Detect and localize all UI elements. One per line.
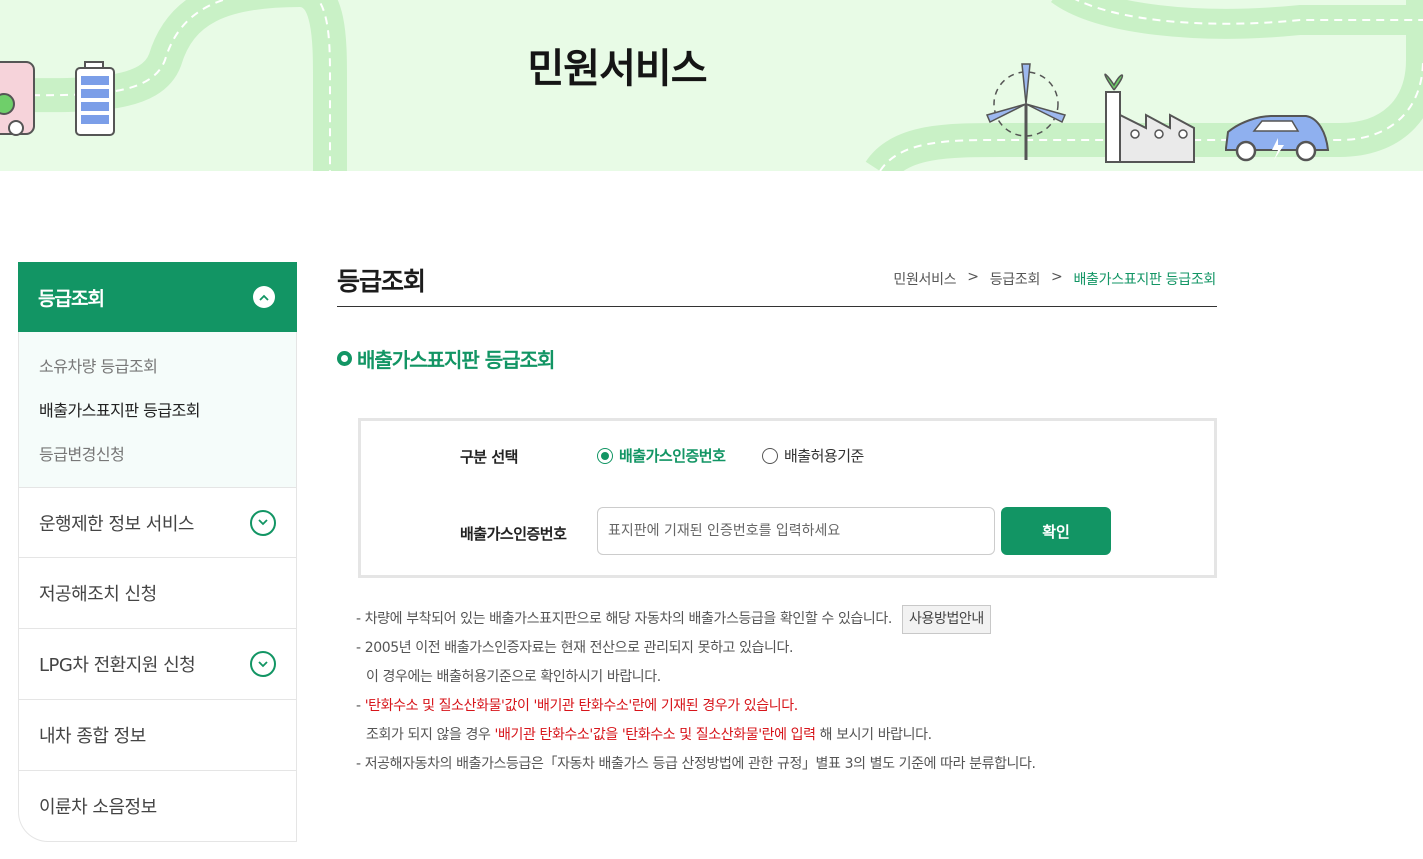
sidebar-nav: 등급조회 소유차량 등급조회 배출가스표지판 등급조회 등급변경신청 운행제한 …: [18, 262, 297, 842]
sidebar-item-lpg-conversion[interactable]: LPG차 전환지원 신청: [18, 629, 297, 700]
sidebar-item-label: 이륜차 소음정보: [39, 797, 157, 818]
breadcrumb-item-grade[interactable]: 등급조회: [990, 269, 1041, 289]
section-title: 배출가스표지판 등급조회: [337, 344, 555, 373]
electric-car-icon: [1225, 115, 1330, 162]
banner-title: 민원서비스: [527, 46, 708, 92]
notice-text: - 차량에 부착되어 있는 배출가스표지판으로 해당 자동차의 배출가스등급을 …: [356, 611, 892, 627]
cert-number-label: 배출가스인증번호: [460, 525, 567, 543]
sidebar-item-label: 운행제한 정보 서비스: [39, 513, 194, 535]
title-divider: [337, 306, 1217, 307]
sidebar-item-my-car-info[interactable]: 내차 종합 정보: [18, 700, 297, 771]
radio-emission-standard[interactable]: 배출허용기준: [762, 445, 864, 466]
page-title: 등급조회: [337, 267, 426, 296]
sidebar-header-grade-lookup[interactable]: 등급조회: [18, 262, 297, 332]
breadcrumb-separator: >: [1051, 269, 1063, 285]
page-banner: 민원서비스: [0, 0, 1423, 171]
notice-line-warning: - '탄화수소 및 질소산화물'값이 '배기관 탄화수소'란에 기재된 경우가 …: [356, 692, 1036, 721]
sidebar-item-driving-restriction[interactable]: 운행제한 정보 서비스: [18, 487, 297, 558]
notice-line: - 저공해자동차의 배출가스등급은「자동차 배출가스 등급 산정방법에 관한 규…: [356, 756, 1036, 772]
chevron-down-icon[interactable]: [250, 651, 276, 677]
confirm-button[interactable]: 확인: [1001, 507, 1111, 555]
sidebar-item-low-emission[interactable]: 저공해조치 신청: [18, 558, 297, 629]
section-title-text: 배출가스표지판 등급조회: [357, 348, 555, 372]
breadcrumb: 민원서비스 > 등급조회 > 배출가스표지판 등급조회: [893, 269, 1216, 289]
notice-text: 조회가 되지 않을 경우: [366, 727, 495, 743]
select-type-label: 구분 선택: [460, 448, 518, 466]
radio-cert-number[interactable]: 배출가스인증번호: [597, 445, 726, 466]
notice-line: 이 경우에는 배출허용기준으로 확인하시기 바랍니다.: [366, 669, 661, 685]
breadcrumb-item-home[interactable]: 민원서비스: [893, 269, 956, 289]
sidebar-header-label: 등급조회: [38, 287, 105, 310]
notice-warning-text: '배기관 탄화수소'값을 '탄화수소 및 질소산화물'란에 입력: [494, 727, 816, 743]
sidebar-subitem-emission-label[interactable]: 배출가스표지판 등급조회: [19, 389, 296, 433]
notice-warning-text: '탄화수소 및 질소산화물'값이 '배기관 탄화수소'란에 기재된 경우가 있습…: [364, 698, 798, 714]
sidebar-item-label: 내차 종합 정보: [39, 726, 146, 747]
cert-number-input[interactable]: [597, 507, 995, 555]
chevron-up-icon[interactable]: [253, 286, 275, 308]
notice-list: - 차량에 부착되어 있는 배출가스표지판으로 해당 자동차의 배출가스등급을 …: [356, 605, 1036, 779]
usage-guide-button[interactable]: 사용방법안내: [902, 605, 991, 634]
chevron-down-icon[interactable]: [250, 509, 276, 536]
radio-label: 배출가스인증번호: [619, 447, 726, 465]
sidebar-subitem-owned-vehicle[interactable]: 소유차량 등급조회: [19, 345, 296, 389]
radio-label: 배출허용기준: [784, 447, 864, 465]
radio-checked-icon[interactable]: [597, 447, 613, 464]
sidebar-subitem-grade-change[interactable]: 등급변경신청: [19, 433, 296, 477]
notice-line: - 차량에 부착되어 있는 배출가스표지판으로 해당 자동차의 배출가스등급을 …: [356, 605, 1036, 634]
notice-text: 해 보시기 바랍니다.: [815, 727, 932, 743]
sidebar-item-label: 저공해조치 신청: [39, 584, 157, 605]
notice-line: - 2005년 이전 배출가스인증자료는 현재 전산으로 관리되지 못하고 있습…: [356, 640, 794, 656]
bullet-ring-icon: [337, 351, 352, 366]
lookup-form: 구분 선택 배출가스인증번호 배출허용기준 배출가스인증번호 확인: [358, 418, 1217, 578]
breadcrumb-separator: >: [967, 269, 979, 285]
breadcrumb-item-current: 배출가스표지판 등급조회: [1073, 272, 1216, 288]
notice-text: -: [356, 698, 365, 714]
sidebar-submenu: 소유차량 등급조회 배출가스표지판 등급조회 등급변경신청: [18, 332, 297, 487]
radio-unchecked-icon[interactable]: [762, 447, 778, 464]
notice-line: 조회가 되지 않을 경우 '배기관 탄화수소'값을 '탄화수소 및 질소산화물'…: [356, 721, 1036, 750]
sidebar-item-motorcycle-noise[interactable]: 이륜차 소음정보: [18, 771, 297, 842]
sidebar-item-label: LPG차 전환지원 신청: [39, 655, 196, 676]
